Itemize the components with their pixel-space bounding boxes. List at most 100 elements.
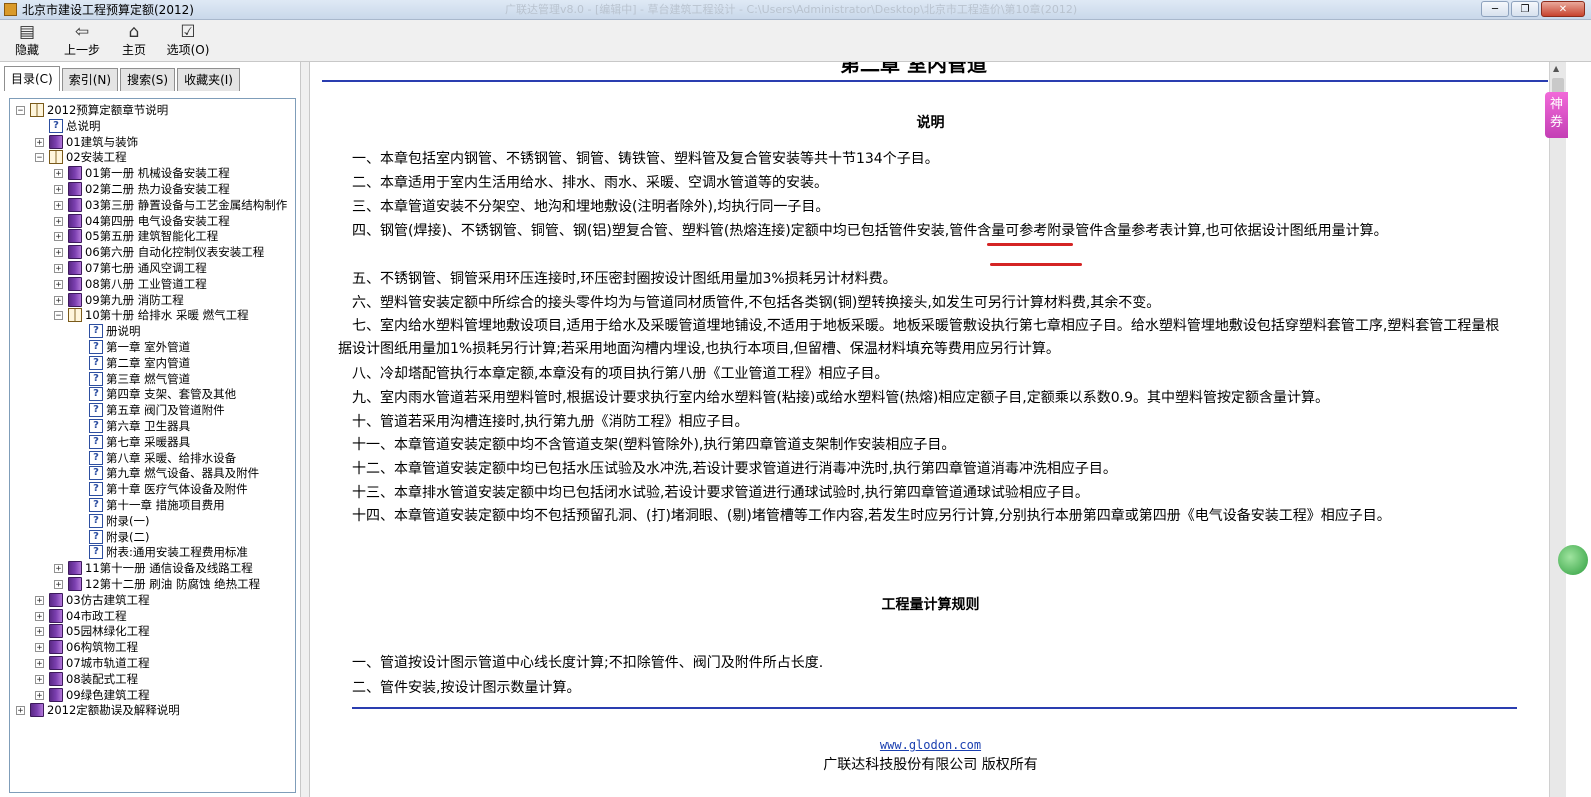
expand-icon[interactable]: + (35, 674, 44, 684)
tree-node[interactable]: +08第八册 工业管道工程 (10, 276, 295, 292)
tree-node[interactable]: ? 总说明 (10, 118, 295, 134)
closed-book-icon (49, 687, 63, 702)
tree-node-label: 02第二册 热力设备安装工程 (85, 182, 230, 196)
tree-node[interactable]: ? 第五章 阀门及管道附件 (10, 402, 295, 418)
open-book-icon (30, 103, 44, 117)
tree-node[interactable]: ? 附表:通用安装工程费用标准 (10, 544, 295, 560)
tab-search[interactable]: 搜索(S) (120, 68, 176, 91)
tree-node[interactable]: +01建筑与装饰 (10, 134, 295, 150)
paragraph-4: 四、钢管(焊接)、不锈钢管、铜管、钢(铝)塑复合管、塑料管(热熔连接)定额中均已… (352, 223, 1388, 239)
tree-node[interactable]: +08装配式工程 (10, 671, 295, 687)
collapse-icon[interactable]: − (35, 153, 44, 163)
closed-book-icon (68, 577, 82, 591)
tree-node[interactable]: +05园林绿化工程 (10, 623, 295, 639)
tree-node-label: 第十一章 措施项目费用 (106, 498, 225, 512)
tree-node[interactable]: +06第六册 自动化控制仪表安装工程 (10, 244, 295, 260)
expand-icon[interactable]: + (54, 279, 63, 289)
help-page-icon: ? (89, 466, 103, 481)
tab-contents[interactable]: 目录(C) (4, 66, 60, 91)
paragraph-6: 六、塑料管安装定额中所综合的接头零件均为与管道同材质管件,不包括各类钢(铜)塑转… (352, 295, 1161, 311)
tree-node[interactable]: ? 附录(一) (10, 513, 295, 529)
closed-book-icon (68, 182, 82, 196)
expand-icon[interactable]: + (35, 595, 44, 605)
footer-link[interactable]: www.glodon.com (312, 738, 1549, 752)
tree-node[interactable]: − 10第十册 给排水 采暖 燃气工程 (10, 307, 295, 323)
tree-node[interactable]: +03第三册 静置设备与工艺金属结构制作 (10, 197, 295, 213)
tree-node[interactable]: ? 附录(二) (10, 529, 295, 545)
tree-node[interactable]: +09绿色建筑工程 (10, 687, 295, 703)
help-page-icon: ? (89, 498, 103, 512)
options-button[interactable]: ☑ 选项(O) (164, 22, 212, 60)
tree-node[interactable]: +07城市轨道工程 (10, 655, 295, 671)
expand-icon[interactable]: + (54, 295, 63, 305)
minimize-button[interactable]: ─ (1481, 1, 1509, 17)
home-button[interactable]: ⌂ 主页 (118, 22, 150, 60)
close-button[interactable]: ✕ (1541, 1, 1585, 17)
collapse-icon[interactable]: − (54, 311, 63, 321)
tree-node[interactable]: ? 第八章 采暖、给排水设备 (10, 450, 295, 466)
tree-node[interactable]: +11第十一册 通信设备及线路工程 (10, 560, 295, 576)
tree-node[interactable]: +12第十二册 刷油 防腐蚀 绝热工程 (10, 576, 295, 592)
expand-icon[interactable]: + (54, 200, 63, 210)
tree-node[interactable]: − 2012预算定额章节说明 (10, 102, 295, 118)
expand-icon[interactable]: + (54, 185, 63, 195)
back-button[interactable]: ⇦ 上一步 (60, 22, 104, 60)
tree-node[interactable]: +09第九册 消防工程 (10, 292, 295, 308)
tree-node[interactable]: − 02安装工程 (10, 149, 295, 165)
tree-node[interactable]: ? 第九章 燃气设备、器具及附件 (10, 465, 295, 481)
section-title-rules: 工程量计算规则 (881, 597, 980, 613)
tree-node[interactable]: ? 第四章 支架、套管及其他 (10, 386, 295, 402)
help-page-icon: ? (89, 371, 103, 386)
expand-icon[interactable]: + (54, 564, 63, 574)
expand-icon[interactable]: + (35, 690, 44, 700)
tree-node[interactable]: +02第二册 热力设备安装工程 (10, 181, 295, 197)
tree-node[interactable]: ? 册说明 (10, 323, 295, 339)
hide-button[interactable]: ▤ 隐藏 (10, 22, 44, 60)
closed-book-icon (49, 671, 63, 686)
tree-node[interactable]: +04市政工程 (10, 608, 295, 624)
expand-icon[interactable]: + (54, 248, 63, 258)
contents-tree[interactable]: − 2012预算定额章节说明? 总说明 +01建筑与装饰 − 02安装工程 +01第一册 机… (9, 98, 296, 793)
expand-icon[interactable]: + (54, 232, 63, 242)
tab-favorites[interactable]: 收藏夹(I) (177, 68, 240, 91)
tree-node[interactable]: +07第七册 通风空调工程 (10, 260, 295, 276)
expand-icon[interactable]: + (35, 137, 44, 147)
expand-icon[interactable]: + (35, 627, 44, 637)
tree-node[interactable]: +03仿古建筑工程 (10, 592, 295, 608)
coupon-side-widget[interactable]: 神券 (1545, 92, 1568, 138)
scroll-up-icon[interactable]: ▲ (1553, 64, 1559, 73)
expand-icon[interactable]: + (35, 611, 44, 621)
tree-node[interactable]: ? 第七章 采暖器具 (10, 434, 295, 450)
help-page-icon: ? (89, 340, 103, 354)
tree-node[interactable]: ? 第六章 卫生器具 (10, 418, 295, 434)
expand-icon[interactable]: + (35, 659, 44, 669)
tree-node-label: 2012预算定额章节说明 (47, 103, 169, 117)
tree-node[interactable]: +04第四册 电气设备安装工程 (10, 213, 295, 229)
tree-node[interactable]: ? 第十一章 措施项目费用 (10, 497, 295, 513)
tree-node[interactable]: +05第五册 建筑智能化工程 (10, 228, 295, 244)
floating-assistant-icon[interactable] (1558, 545, 1588, 575)
tree-node[interactable]: +01第一册 机械设备安装工程 (10, 165, 295, 181)
tree-node[interactable]: ? 第一章 室外管道 (10, 339, 295, 355)
expand-icon[interactable]: + (54, 216, 63, 226)
home-icon: ⌂ (128, 22, 140, 42)
tree-node[interactable]: +2012定额勘误及解释说明 (10, 702, 295, 718)
expand-icon[interactable]: + (35, 643, 44, 653)
tree-node-label: 02安装工程 (66, 150, 127, 165)
tab-index[interactable]: 索引(N) (61, 68, 119, 91)
expand-icon[interactable]: + (54, 264, 63, 274)
maximize-button[interactable]: ❐ (1511, 1, 1539, 17)
collapse-icon[interactable]: − (16, 106, 25, 116)
tree-node[interactable]: ? 第二章 室内管道 (10, 355, 295, 371)
panel-splitter[interactable] (300, 62, 310, 797)
toolbar: ▤ 隐藏 ⇦ 上一步 ⌂ 主页 ☑ 选项(O) (0, 20, 1591, 62)
tree-node[interactable]: ? 第三章 燃气管道 (10, 371, 295, 387)
expand-icon[interactable]: + (16, 706, 25, 716)
tree-node[interactable]: ? 第十章 医疗气体设备及附件 (10, 481, 295, 497)
expand-icon[interactable]: + (54, 580, 63, 590)
tree-node[interactable]: +06构筑物工程 (10, 639, 295, 655)
expand-icon[interactable]: + (54, 169, 63, 179)
content-scrollbar[interactable]: ▲ (1549, 62, 1566, 797)
closed-book-icon (49, 134, 63, 149)
paragraph-10: 十、管道若采用沟槽连接时,执行第九册《消防工程》相应子目。 (352, 414, 749, 430)
